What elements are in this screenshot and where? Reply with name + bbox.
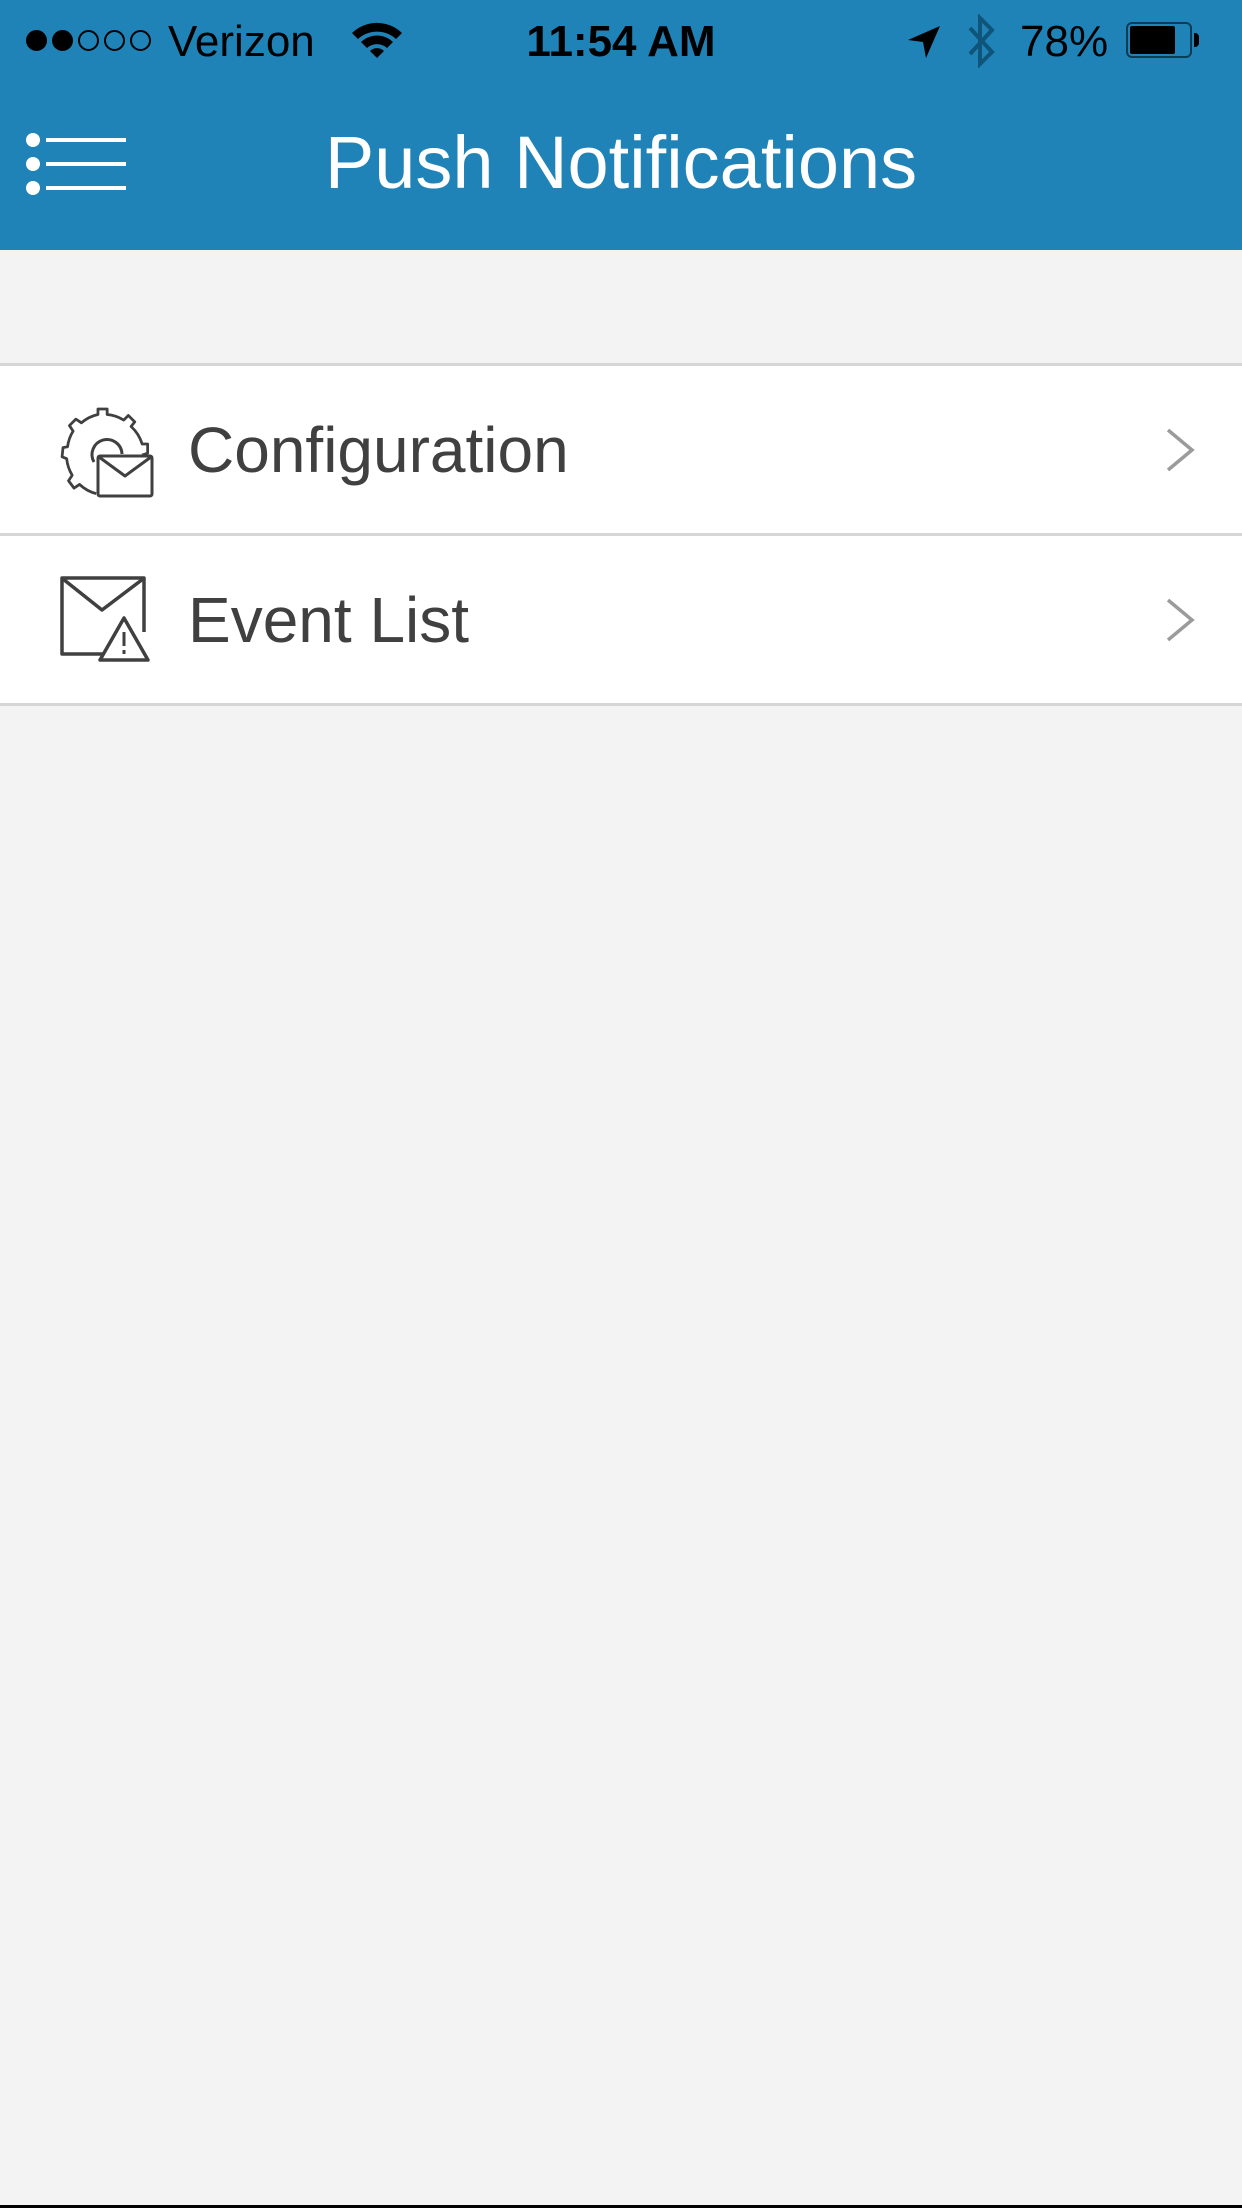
divider [0,703,1242,706]
status-bar: Verizon 11:54 AM 78% [0,0,1242,80]
carrier-name: Verizon [168,17,315,66]
signal-dot [52,30,73,51]
signal-dot [78,30,99,51]
location-arrow-icon [908,26,940,58]
app-header: Verizon 11:54 AM 78% Push Notifications [0,0,1242,250]
page-title: Push Notifications [324,121,918,204]
menu-button[interactable] [26,128,128,198]
battery-icon [1126,22,1192,58]
signal-dot [104,30,125,51]
wifi-icon [352,22,402,58]
signal-strength-indicator [26,30,151,51]
menu-item-configuration[interactable]: Configuration [0,366,1242,533]
battery-level-fill [1130,26,1176,54]
menu-item-label: Event List [188,583,470,656]
envelope-warning-icon [60,576,150,662]
chevron-right-icon [1166,598,1195,642]
bluetooth-icon [968,14,995,68]
signal-dot [26,30,47,51]
battery-percentage: 78% [1020,17,1109,66]
menu-item-event-list[interactable]: Event List [0,536,1242,703]
list-menu-icon [26,133,128,147]
signal-dot [130,30,151,51]
battery-terminal [1194,33,1199,47]
clock-time: 11:54 AM [526,17,716,66]
push-notifications-menu: Configuration Event List [0,363,1242,706]
menu-item-label: Configuration [188,413,569,486]
chevron-right-icon [1166,428,1195,472]
gear-envelope-icon [60,407,154,498]
